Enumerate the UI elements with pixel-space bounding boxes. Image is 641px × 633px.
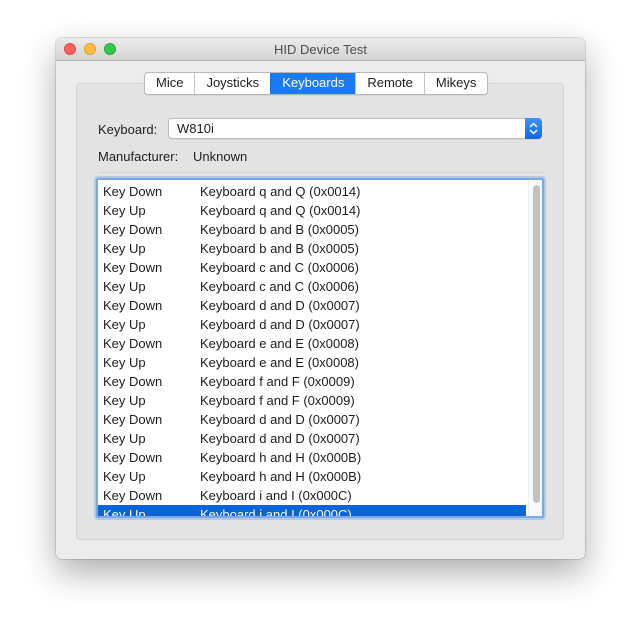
event-type: Key Up (103, 355, 146, 370)
event-detail: Keyboard d and D (0x0007) (200, 317, 360, 332)
table-row[interactable]: Key Up Keyboard e and E (0x0008) (98, 353, 526, 372)
event-type: Key Up (103, 431, 146, 446)
tab-mikeys[interactable]: Mikeys (423, 73, 487, 94)
event-type: Key Up (103, 507, 146, 518)
table-row[interactable]: Key Down Keyboard d and D (0x0007) (98, 410, 526, 429)
event-type: Key Down (103, 488, 163, 503)
table-row[interactable]: Key Down Keyboard q and Q (0x0014) (98, 182, 526, 201)
event-type: Key Up (103, 469, 146, 484)
table-row[interactable]: Key Up Keyboard f and F (0x0009) (98, 391, 526, 410)
title-bar[interactable]: HID Device Test (56, 38, 585, 61)
tab-joysticks[interactable]: Joysticks (194, 73, 270, 94)
tab-remote[interactable]: Remote (355, 73, 424, 94)
manufacturer-value: Unknown (193, 149, 248, 164)
event-detail: Keyboard d and D (0x0007) (200, 412, 360, 427)
event-type: Key Up (103, 279, 146, 294)
event-type: Key Down (103, 260, 163, 275)
event-type: Key Down (103, 374, 163, 389)
table-row[interactable]: Key Up Keyboard d and D (0x0007) (98, 429, 526, 448)
event-type: Key Down (103, 450, 163, 465)
table-row[interactable]: Key Up Keyboard d and D (0x0007) (98, 315, 526, 334)
table-row[interactable]: Key Down Keyboard d and D (0x0007) (98, 296, 526, 315)
event-log-list[interactable]: Key Down Keyboard q and Q (0x0014) Key Up… (96, 178, 544, 518)
event-detail: Keyboard h and H (0x000B) (200, 469, 362, 484)
event-detail: Keyboard i and I (0x000C) (200, 507, 352, 518)
table-row[interactable]: Key Up Keyboard q and Q (0x0014) (98, 201, 526, 220)
event-type: Key Down (103, 336, 163, 351)
up-down-chevron-icon (525, 118, 542, 139)
event-log-rows: Key Down Keyboard q and Q (0x0014) Key Up… (98, 182, 526, 518)
app-window: HID Device Test Mice Joysticks Keyboards… (56, 38, 585, 559)
keyboard-label: Keyboard: (98, 122, 158, 137)
event-detail: Keyboard d and D (0x0007) (200, 298, 360, 313)
event-detail: Keyboard f and F (0x0009) (200, 374, 355, 389)
event-detail: Keyboard b and B (0x0005) (200, 222, 359, 237)
event-detail: Keyboard c and C (0x0006) (200, 260, 359, 275)
event-detail: Keyboard b and B (0x0005) (200, 241, 359, 256)
event-type: Key Up (103, 317, 146, 332)
event-detail: Keyboard q and Q (0x0014) (200, 184, 361, 199)
keyboard-select[interactable]: W810i (168, 118, 542, 139)
scrollbar-thumb[interactable] (533, 185, 540, 503)
event-type: Key Up (103, 241, 146, 256)
table-row[interactable]: Key Up Keyboard h and H (0x000B) (98, 467, 526, 486)
table-row[interactable]: Key Down Keyboard e and E (0x0008) (98, 334, 526, 353)
manufacturer-label: Manufacturer: (98, 149, 179, 164)
device-tabs: Mice Joysticks Keyboards Remote Mikeys (144, 72, 489, 95)
keyboard-select-value: W810i (177, 121, 214, 136)
event-type: Key Up (103, 203, 146, 218)
event-detail: Keyboard q and Q (0x0014) (200, 203, 361, 218)
table-row[interactable]: Key Down Keyboard i and I (0x000C) (98, 486, 526, 505)
event-type: Key Down (103, 412, 163, 427)
event-detail: Keyboard f and F (0x0009) (200, 393, 355, 408)
event-detail: Keyboard c and C (0x0006) (200, 279, 359, 294)
event-type: Key Down (103, 298, 163, 313)
event-detail: Keyboard i and I (0x000C) (200, 488, 352, 503)
table-row[interactable]: Key Down Keyboard f and F (0x0009) (98, 372, 526, 391)
table-row[interactable]: Key Up Keyboard b and B (0x0005) (98, 239, 526, 258)
table-row-selected[interactable]: Key Up Keyboard i and I (0x000C) (98, 505, 526, 518)
event-type: Key Down (103, 222, 163, 237)
divider (98, 172, 544, 173)
event-detail: Keyboard d and D (0x0007) (200, 431, 360, 446)
event-type: Key Down (103, 184, 163, 199)
event-detail: Keyboard h and H (0x000B) (200, 450, 362, 465)
table-row[interactable]: Key Down Keyboard h and H (0x000B) (98, 448, 526, 467)
scrollbar[interactable] (528, 180, 542, 516)
tab-mice[interactable]: Mice (145, 73, 194, 94)
event-detail: Keyboard e and E (0x0008) (200, 355, 359, 370)
table-row[interactable]: Key Up Keyboard c and C (0x0006) (98, 277, 526, 296)
table-row[interactable]: Key Down Keyboard b and B (0x0005) (98, 220, 526, 239)
event-detail: Keyboard e and E (0x0008) (200, 336, 359, 351)
tab-keyboards[interactable]: Keyboards (270, 73, 356, 94)
event-type: Key Up (103, 393, 146, 408)
table-row[interactable]: Key Down Keyboard c and C (0x0006) (98, 258, 526, 277)
window-title: HID Device Test (274, 42, 367, 57)
